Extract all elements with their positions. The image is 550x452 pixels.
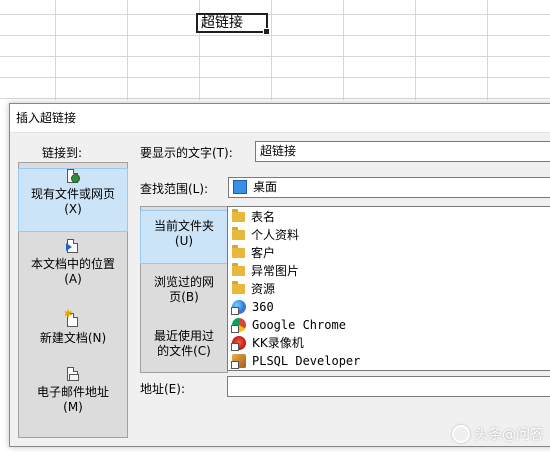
list-item[interactable]: 360 xyxy=(231,298,274,316)
nav-email-address[interactable]: 电子邮件地址 (M) xyxy=(19,367,127,417)
nav-label: 新建文档(N) xyxy=(39,331,107,345)
360-browser-icon xyxy=(231,299,246,315)
list-item[interactable]: KK录像机 xyxy=(231,334,304,352)
folder-icon xyxy=(232,208,245,222)
file-name: 异常图片 xyxy=(251,264,300,278)
folder-icon xyxy=(232,226,245,240)
active-cell[interactable]: 超链接 xyxy=(196,13,270,35)
list-item[interactable]: 异常图片 xyxy=(232,262,299,280)
link-to-label: 链接到: xyxy=(42,146,83,160)
nav-recent-files[interactable]: 最近使用过 的文件(C) xyxy=(141,325,227,365)
chrome-icon xyxy=(231,317,246,333)
look-in-label: 查找范围(L): xyxy=(140,182,209,196)
watermark-text: 头条@问答 xyxy=(474,427,544,443)
list-item[interactable]: 客户 xyxy=(232,244,275,262)
folder-icon xyxy=(232,262,245,276)
address-input[interactable] xyxy=(232,379,550,393)
folder-icon xyxy=(232,280,245,294)
file-name: PLSQL Developer xyxy=(252,354,361,368)
file-name: KK录像机 xyxy=(252,336,304,350)
file-name: 个人资料 xyxy=(251,228,300,242)
display-text-field[interactable] xyxy=(255,141,550,162)
list-item[interactable]: Google Chrome xyxy=(231,316,346,334)
list-item[interactable]: 资源 xyxy=(232,280,275,298)
file-name: Google Chrome xyxy=(252,318,346,332)
nav-current-folder[interactable]: 当前文件夹 (U) xyxy=(140,210,228,264)
place-in-document-icon xyxy=(66,239,80,255)
watermark-logo-icon xyxy=(452,425,470,443)
nav-existing-file-or-web-page[interactable]: 现有文件或网页 (X) xyxy=(18,168,128,232)
spreadsheet-grid[interactable] xyxy=(0,0,550,100)
nav-new-document[interactable]: ✱ 新建文档(N) xyxy=(19,310,127,353)
nav-label: 本文档中的位置 xyxy=(30,257,115,271)
folder-icon xyxy=(232,244,245,258)
nav-label: 现有文件或网页 xyxy=(30,187,115,201)
email-address-icon xyxy=(66,367,80,383)
browse-nav: 当前文件夹 (U) 浏览过的网 页(B) 最近使用过 的文件(C) xyxy=(140,206,228,373)
nav-label: 电子邮件地址 xyxy=(36,385,109,399)
nav-place-in-document[interactable]: 本文档中的位置 (A) xyxy=(19,239,127,301)
address-label: 地址(E): xyxy=(140,382,185,396)
display-text-label: 要显示的文字(T): xyxy=(140,146,233,160)
file-name: 360 xyxy=(252,300,274,314)
nav-browsed-pages[interactable]: 浏览过的网 页(B) xyxy=(141,271,227,311)
browse-shortcut: (U) xyxy=(174,234,194,248)
file-name: 客户 xyxy=(251,246,276,260)
new-document-icon: ✱ xyxy=(64,310,80,329)
address-field[interactable] xyxy=(227,376,550,397)
watermark: 头条@问答 xyxy=(452,424,544,444)
file-list[interactable]: 表名 个人资料 客户 异常图片 资源 360 Google Chrome KK录… xyxy=(227,206,550,371)
browse-label: 浏览过的网 xyxy=(153,275,214,289)
browse-label: 最近使用过 xyxy=(153,329,214,343)
file-name: 资源 xyxy=(251,282,276,296)
web-page-icon xyxy=(66,169,80,185)
kk-recorder-icon xyxy=(231,335,246,351)
plsql-developer-icon xyxy=(231,353,246,369)
dialog-title: 插入超链接 xyxy=(10,104,550,133)
link-to-nav: 现有文件或网页 (X) 本文档中的位置 (A) ✱ 新建文档(N) 电子邮件地址… xyxy=(18,162,128,438)
look-in-select[interactable]: 桌面 xyxy=(228,177,550,198)
nav-shortcut: (X) xyxy=(64,202,82,216)
display-text-input[interactable] xyxy=(260,143,550,158)
browse-label: 当前文件夹 xyxy=(153,219,214,233)
list-item[interactable]: 个人资料 xyxy=(232,226,299,244)
nav-shortcut: (M) xyxy=(63,400,83,414)
file-name: 表名 xyxy=(251,210,276,224)
browse-shortcut: 的文件(C) xyxy=(157,344,211,358)
desktop-icon xyxy=(233,179,247,194)
look-in-value: 桌面 xyxy=(253,180,278,194)
list-item[interactable]: PLSQL Developer xyxy=(231,352,361,370)
nav-shortcut: (A) xyxy=(64,272,82,286)
list-item[interactable]: 表名 xyxy=(232,208,275,226)
insert-hyperlink-dialog: 插入超链接 链接到: 现有文件或网页 (X) 本文档中的位置 (A) ✱ 新建文… xyxy=(9,103,550,447)
browse-shortcut: 页(B) xyxy=(169,290,199,304)
